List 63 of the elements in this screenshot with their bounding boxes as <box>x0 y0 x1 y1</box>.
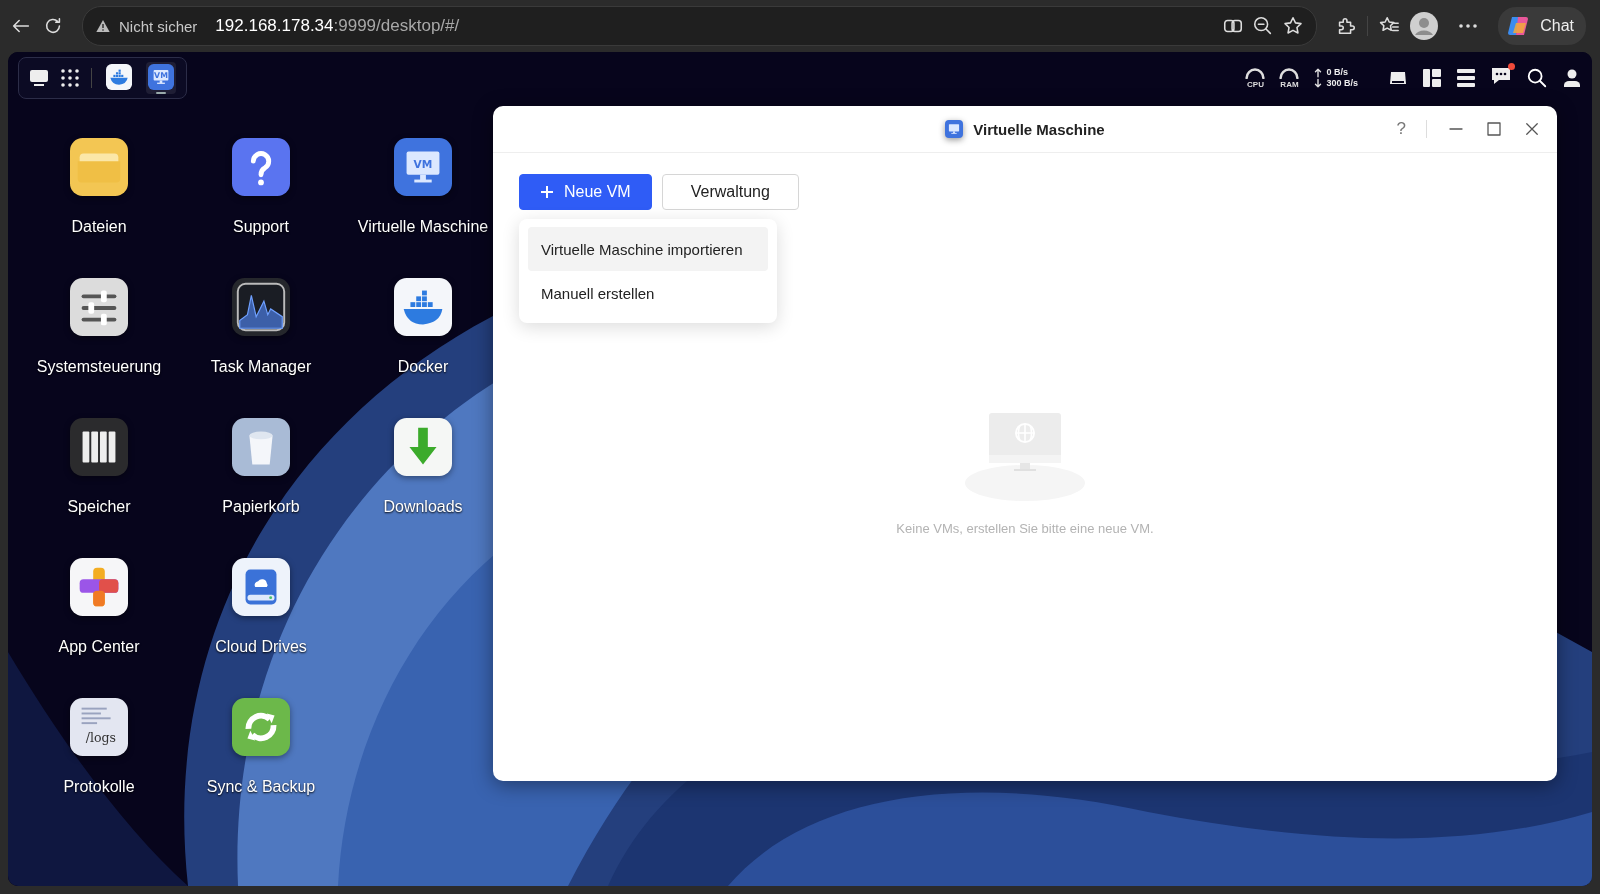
app-label[interactable]: Systemsteuerung <box>36 358 162 376</box>
log-file-icon[interactable]: /logs <box>70 698 128 756</box>
search-icon[interactable] <box>1526 67 1548 89</box>
app-label[interactable]: Virtuelle Maschine <box>357 218 489 236</box>
new-vm-button[interactable]: Neue VM <box>519 174 652 210</box>
manage-button[interactable]: Verwaltung <box>661 174 799 210</box>
maximize-icon[interactable] <box>1485 120 1503 138</box>
app-label[interactable]: Papierkorb <box>222 498 300 516</box>
sync-icon[interactable] <box>232 698 290 756</box>
drive-bay-icon[interactable] <box>70 418 128 476</box>
app-label[interactable]: Sync & Backup <box>206 778 316 796</box>
puzzle-icon[interactable] <box>70 558 128 616</box>
monitor-icon[interactable]: VM <box>394 138 452 196</box>
empty-message: Keine VMs, erstellen Sie bitte eine neue VM. <box>896 521 1154 536</box>
security-label[interactable]: Nicht sicher <box>119 17 198 35</box>
app-label[interactable]: Downloads <box>383 498 463 516</box>
help-button[interactable]: ? <box>1396 119 1406 139</box>
app-label[interactable]: Dateien <box>71 218 127 236</box>
whale-icon[interactable] <box>394 278 452 336</box>
app-grid-icon[interactable] <box>61 69 79 87</box>
layout-icon[interactable] <box>1422 68 1442 88</box>
plus-icon <box>540 185 554 199</box>
icon-text: VM <box>413 157 433 171</box>
chat-button[interactable]: Chat <box>1498 7 1586 45</box>
gauge-icon <box>1279 67 1300 79</box>
window-title: Virtuelle Maschine <box>973 120 1105 138</box>
app-label[interactable]: Docker <box>397 358 449 376</box>
close-icon[interactable] <box>1523 120 1541 138</box>
question-icon[interactable] <box>232 138 290 196</box>
url-host: 192.168.178.34 <box>215 16 334 35</box>
trash-icon[interactable] <box>232 418 290 476</box>
chart-icon[interactable] <box>232 278 290 336</box>
avatar-icon[interactable] <box>1410 12 1439 40</box>
app-label[interactable]: App Center <box>58 638 140 656</box>
download-icon[interactable] <box>394 418 452 476</box>
icon-text: /logs <box>85 730 117 746</box>
folder-icon[interactable] <box>70 138 128 196</box>
address-bar[interactable]: Nicht sicher 192.168.178.34:9999/desktop/#/ <box>82 6 1318 46</box>
url-path: :9999/desktop/#/ <box>333 16 460 35</box>
monitor-icon[interactable] <box>945 120 964 138</box>
desktop-icon[interactable] <box>29 69 49 87</box>
server-icon[interactable] <box>1456 68 1476 88</box>
warning-icon[interactable] <box>95 18 111 34</box>
menu-item[interactable]: Manuell erstellen <box>528 271 768 315</box>
message-icon[interactable] <box>1490 66 1512 86</box>
cloud-drive-icon[interactable] <box>232 558 290 616</box>
gauge-label: RAM <box>1280 79 1299 89</box>
download-rate: 300 B/s <box>1326 78 1358 89</box>
upload-arrow-icon <box>1313 67 1324 78</box>
menu-item[interactable]: Virtuelle Maschine importieren <box>528 227 768 271</box>
gauge-label: CPU <box>1247 79 1264 89</box>
app-label[interactable]: Task Manager <box>210 358 312 376</box>
upload-rate: 0 B/s <box>1326 67 1349 78</box>
user-icon[interactable] <box>1562 68 1582 88</box>
star-icon[interactable] <box>1282 15 1305 37</box>
app-label[interactable]: Speicher <box>67 498 131 516</box>
app-label[interactable]: Support <box>232 218 289 236</box>
app-label[interactable]: Cloud Drives <box>215 638 307 656</box>
more-icon[interactable] <box>1458 23 1479 29</box>
gauge-icon <box>1245 67 1266 79</box>
sliders-icon[interactable] <box>70 278 128 336</box>
app-label[interactable]: Protokolle <box>63 778 135 796</box>
download-arrow-icon <box>1313 78 1324 89</box>
